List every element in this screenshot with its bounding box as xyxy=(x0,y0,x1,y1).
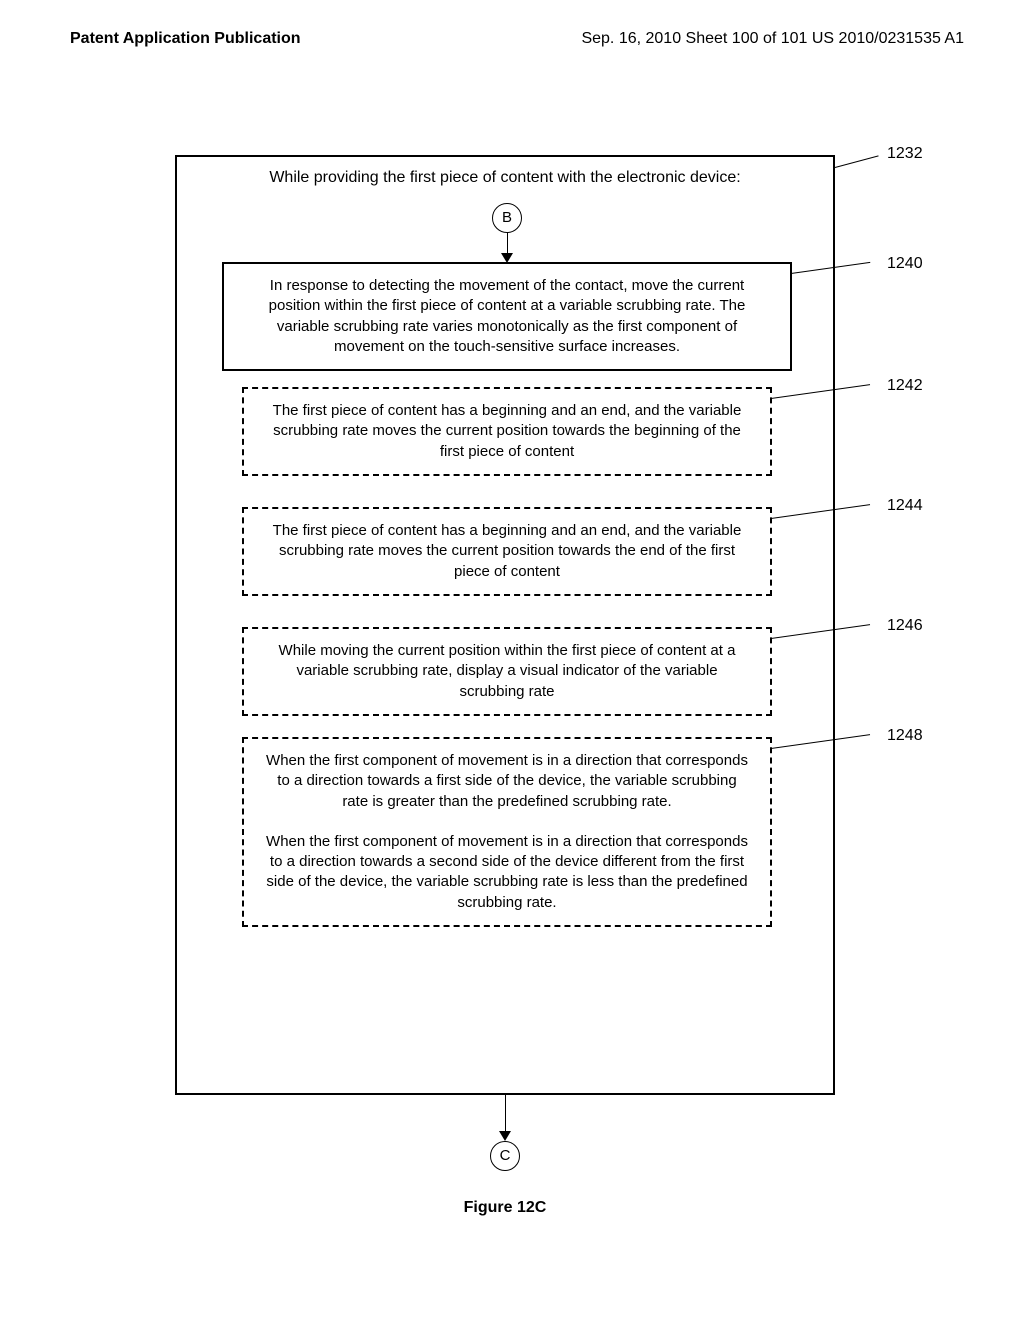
dashed-box-1244: The first piece of content has a beginni… xyxy=(242,507,772,596)
leader-1232 xyxy=(835,155,879,168)
dashed-box-1242: The first piece of content has a beginni… xyxy=(242,387,772,476)
figure-caption: Figure 12C xyxy=(175,1199,835,1217)
outer-heading: While providing the first piece of conte… xyxy=(177,157,833,187)
ref-1240: 1240 xyxy=(887,255,923,273)
page-header: Patent Application Publication Sep. 16, … xyxy=(0,0,1024,58)
ref-1246: 1246 xyxy=(887,617,923,635)
step-1248-p1-text: When the first component of movement is … xyxy=(264,751,750,812)
figure-area: While providing the first piece of conte… xyxy=(175,155,835,1095)
dashed-box-1248: When the first component of movement is … xyxy=(242,737,772,927)
dashed-box-1246: While moving the current position within… xyxy=(242,627,772,716)
connector-b-circle: B xyxy=(492,203,522,233)
ref-1244: 1244 xyxy=(887,497,923,515)
connector-line-b xyxy=(507,233,508,255)
outer-box-1232: While providing the first piece of conte… xyxy=(175,155,835,1095)
spacer xyxy=(264,812,750,832)
arrow-down-icon-c xyxy=(499,1131,511,1141)
ref-1232: 1232 xyxy=(887,145,923,163)
connector-c-circle: C xyxy=(490,1141,520,1171)
ref-1248: 1248 xyxy=(887,727,923,745)
header-right: Sep. 16, 2010 Sheet 100 of 101 US 2010/0… xyxy=(581,30,964,48)
step-box-1240: In response to detecting the movement of… xyxy=(222,262,792,371)
ref-1242: 1242 xyxy=(887,377,923,395)
connector-line-c xyxy=(505,1095,506,1133)
header-left: Patent Application Publication xyxy=(70,30,301,48)
step-1248-p2-text: When the first component of movement is … xyxy=(264,832,750,913)
